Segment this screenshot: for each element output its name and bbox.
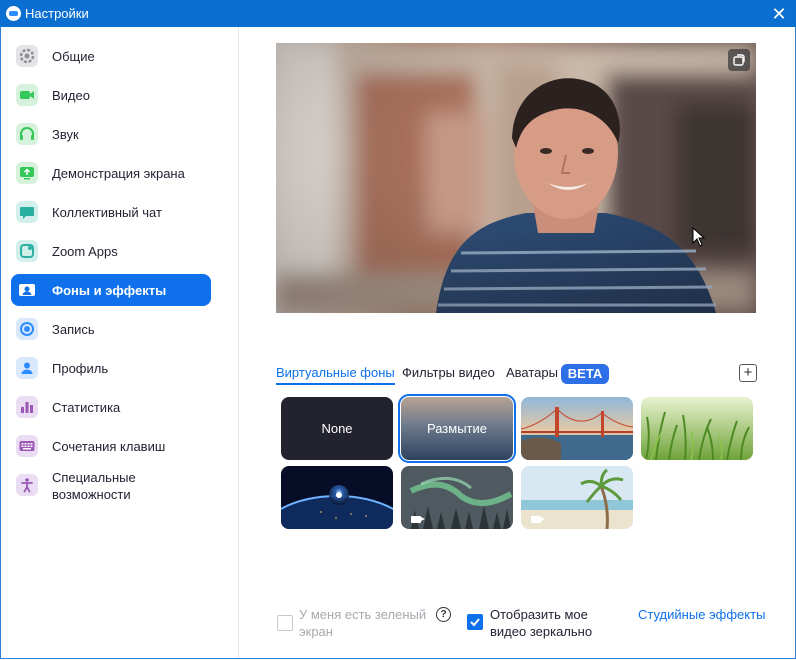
sidebar-item-label: Видео [52, 87, 90, 103]
mirror-video-checkbox[interactable] [467, 614, 483, 630]
background-icon [16, 279, 38, 301]
effects-tabs: Виртуальные фоны Фильтры видео Аватары B… [276, 363, 756, 387]
beta-badge: BETA [561, 364, 609, 384]
background-tile-label: Размытие [426, 421, 487, 436]
sidebar-item-audio[interactable]: Звук [11, 118, 211, 150]
video-camera-icon [16, 84, 38, 106]
preview-vignette [276, 43, 756, 313]
profile-icon [16, 357, 38, 379]
sidebar-item-label: Фоны и эффекты [52, 282, 167, 298]
tab-virtual-backgrounds[interactable]: Виртуальные фоны [276, 363, 395, 385]
settings-sidebar: Общие Видео Звук Демонстрация экрана Кол… [0, 27, 239, 659]
sidebar-item-label: Запись [52, 321, 95, 337]
sidebar-item-recording[interactable]: Запись [11, 313, 211, 345]
sidebar-item-label: Статистика [52, 399, 121, 415]
sidebar-item-label-line1: Специальные [52, 470, 136, 485]
sidebar-item-backgrounds-effects[interactable]: Фоны и эффекты [11, 274, 211, 306]
background-tile-northern-lights[interactable] [401, 466, 513, 529]
background-tile-earth[interactable] [281, 466, 393, 529]
background-tile-none[interactable]: None [281, 397, 393, 460]
window-title: Настройки [25, 6, 89, 21]
green-screen-label-line1: У меня есть зеленый [299, 607, 427, 622]
rotate-camera-button[interactable] [728, 49, 750, 71]
sidebar-item-label: Демонстрация экрана [52, 165, 185, 181]
sidebar-item-label: Zoom Apps [52, 243, 118, 259]
green-screen-checkbox[interactable] [277, 615, 293, 631]
sidebar-item-label: Коллективный чат [52, 204, 162, 220]
sidebar-item-team-chat[interactable]: Коллективный чат [11, 196, 211, 228]
keyboard-icon [16, 435, 38, 457]
green-screen-label-line2: экран [299, 624, 333, 639]
golden-gate-image [521, 397, 633, 460]
sidebar-item-general[interactable]: Общие [11, 40, 211, 72]
background-tile-grass[interactable] [641, 397, 753, 460]
record-icon [16, 318, 38, 340]
background-tile-golden-gate[interactable] [521, 397, 633, 460]
settings-content: Виртуальные фоны Фильтры видео Аватары B… [239, 27, 794, 659]
sidebar-item-share-screen[interactable]: Демонстрация экрана [11, 157, 211, 189]
share-screen-icon [16, 162, 38, 184]
mirror-video-label: Отобразить мое видео зеркально [490, 606, 592, 640]
sidebar-item-accessibility[interactable]: Специальные возможности [11, 466, 211, 504]
tab-avatars[interactable]: Аватары [506, 363, 558, 383]
help-icon[interactable]: ? [436, 607, 451, 622]
video-background-icon [531, 516, 545, 523]
gear-icon [16, 45, 38, 67]
sidebar-item-label: Профиль [52, 360, 109, 376]
add-background-button[interactable]: + [739, 364, 757, 382]
video-preview [276, 43, 756, 313]
green-screen-label: У меня есть зеленый экран [299, 606, 426, 640]
title-bar: Настройки ✕ [0, 0, 796, 27]
video-background-icon [411, 516, 425, 523]
close-button[interactable]: ✕ [768, 3, 790, 25]
studio-effects-link[interactable]: Студийные эффекты [638, 607, 765, 622]
sidebar-item-keyboard-shortcuts[interactable]: Сочетания клавиш [11, 430, 211, 462]
background-tile-label: None [321, 421, 353, 436]
sidebar-item-label: Специальные возможности [52, 469, 136, 503]
accessibility-icon [16, 474, 38, 496]
background-tile-beach[interactable] [521, 466, 633, 529]
tab-video-filters[interactable]: Фильтры видео [402, 363, 495, 383]
background-tile-blur[interactable]: Размытие [398, 394, 516, 463]
mirror-video-label-line2: видео зеркально [490, 624, 593, 639]
grass-image [641, 397, 753, 460]
apps-icon [16, 240, 38, 262]
rotate-icon [733, 54, 745, 66]
sidebar-item-statistics[interactable]: Статистика [11, 391, 211, 423]
sidebar-item-video[interactable]: Видео [11, 79, 211, 111]
zoom-logo-icon [6, 6, 21, 21]
chat-bubble-icon [16, 201, 38, 223]
bar-chart-icon [16, 396, 38, 418]
sidebar-item-label: Звук [52, 126, 79, 142]
sidebar-item-label-line2: возможности [52, 487, 131, 502]
sidebar-item-label: Общие [52, 48, 95, 64]
checkmark-icon [470, 618, 480, 627]
sidebar-item-label: Сочетания клавиш [52, 438, 166, 454]
headphones-icon [16, 123, 38, 145]
sidebar-item-zoom-apps[interactable]: Zoom Apps [11, 235, 211, 267]
mirror-video-label-line1: Отобразить мое [490, 607, 588, 622]
sidebar-item-profile[interactable]: Профиль [11, 352, 211, 384]
earth-from-space-image [281, 466, 393, 529]
